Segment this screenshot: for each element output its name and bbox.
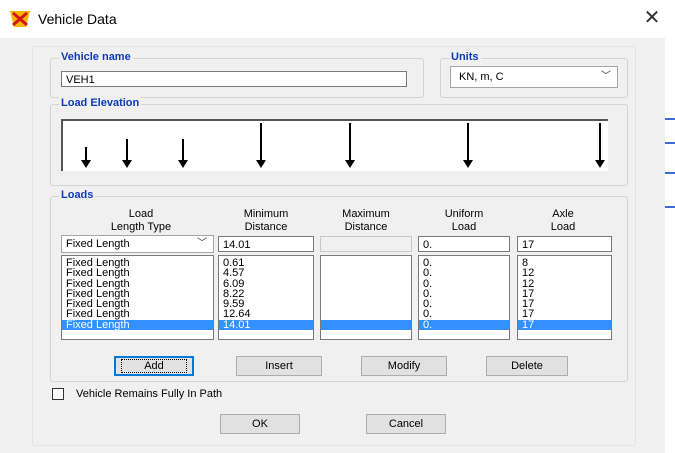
list-item-max-distance[interactable] [321, 319, 411, 331]
max-distance-input[interactable] [320, 236, 412, 252]
length-type-value: Fixed Length [66, 238, 130, 250]
vehicle-name-label: Vehicle name [59, 51, 133, 63]
list-item-uniform-load[interactable]: 0. [419, 278, 509, 289]
units-label: Units [449, 51, 481, 63]
min-distance-input[interactable]: 14.01 [218, 236, 314, 252]
ok-button[interactable]: OK [220, 414, 300, 434]
load-arrow-icon [345, 123, 355, 168]
uniform-load-input[interactable]: 0. [418, 236, 510, 252]
header-uniform-load: Uniform Load [418, 208, 510, 234]
list-item-min-distance[interactable]: 14.01 [219, 319, 313, 330]
header-axle-load-line1: Axle [552, 208, 574, 220]
load-elevation-label: Load Elevation [59, 97, 142, 109]
header-length-type-line1: Load [128, 208, 154, 220]
vehicle-name-input[interactable]: VEH1 [61, 71, 407, 87]
header-length-type-line2: Length Type [110, 221, 172, 233]
header-max-distance-line1: Maximum [342, 208, 390, 220]
delete-button[interactable]: Delete [486, 356, 568, 376]
window-title: Vehicle Data [38, 11, 117, 27]
length-type-select[interactable]: Fixed Length ﹀ [61, 235, 214, 253]
max-distance-list[interactable] [320, 255, 412, 340]
list-item-uniform-load[interactable]: 0. [419, 319, 509, 330]
list-item-uniform-load[interactable]: 0. [419, 257, 509, 268]
list-item-uniform-load[interactable]: 0. [419, 288, 509, 299]
axle-load-input[interactable]: 17 [517, 236, 612, 252]
uniform-load-list[interactable]: 0. 0. 0. 0. 0. 0. 0. [418, 255, 510, 340]
load-arrow-icon [595, 123, 605, 168]
close-icon[interactable]: ✕ [640, 6, 664, 30]
list-item-max-distance[interactable] [321, 289, 411, 299]
header-uniform-load-line1: Uniform [444, 208, 484, 220]
header-length-type: Load Length Type [86, 208, 196, 234]
list-item-max-distance[interactable] [321, 279, 411, 289]
list-item-length-type[interactable]: Fixed Length [62, 319, 213, 330]
list-item-uniform-load[interactable]: 0. [419, 268, 509, 279]
header-axle-load: Axle Load [517, 208, 609, 234]
axle-load-list[interactable]: 8 12 12 17 17 17 17 [517, 255, 612, 340]
chevron-down-icon: ﹀ [197, 238, 207, 249]
load-arrow-icon [463, 123, 473, 168]
header-uniform-load-line2: Load [451, 221, 477, 233]
list-item-uniform-load[interactable]: 0. [419, 309, 509, 320]
loads-label: Loads [59, 189, 96, 201]
list-item-max-distance[interactable] [321, 299, 411, 309]
header-min-distance-line1: Minimum [243, 208, 289, 220]
header-max-distance-line2: Distance [344, 221, 388, 233]
chevron-down-icon: ﹀ [601, 71, 611, 82]
list-item-max-distance[interactable] [321, 268, 411, 278]
add-button-label: Add [121, 359, 187, 373]
load-arrow-icon [81, 147, 91, 168]
header-axle-load-line2: Load [550, 221, 576, 233]
units-select[interactable]: KN, m, C ﹀ [450, 66, 618, 88]
list-item-axle-load[interactable]: 17 [518, 319, 611, 330]
list-item-max-distance[interactable] [321, 258, 411, 268]
add-button[interactable]: Add [114, 356, 194, 376]
cancel-button[interactable]: Cancel [366, 414, 446, 434]
load-elevation-canvas [61, 119, 608, 171]
remains-in-path-label: Vehicle Remains Fully In Path [76, 388, 223, 400]
background-window-edge [665, 38, 675, 453]
load-arrow-icon [256, 123, 266, 168]
csi-app-icon [10, 11, 30, 27]
load-arrow-icon [178, 139, 188, 168]
list-item-max-distance[interactable] [321, 309, 411, 319]
min-distance-list[interactable]: 0.61 4.57 6.09 8.22 9.59 12.64 14.01 [218, 255, 314, 340]
title-bar: Vehicle Data ✕ [0, 0, 675, 38]
header-min-distance-line2: Distance [244, 221, 288, 233]
insert-button[interactable]: Insert [236, 356, 322, 376]
header-min-distance: Minimum Distance [218, 208, 314, 234]
modify-button[interactable]: Modify [361, 356, 447, 376]
header-max-distance: Maximum Distance [320, 208, 412, 234]
remains-in-path-checkbox[interactable] [52, 388, 64, 400]
units-value: KN, m, C [459, 71, 504, 83]
list-item-uniform-load[interactable]: 0. [419, 299, 509, 310]
load-arrow-icon [122, 139, 132, 168]
length-type-list[interactable]: Fixed Length Fixed Length Fixed Length Fixe… [61, 255, 214, 340]
